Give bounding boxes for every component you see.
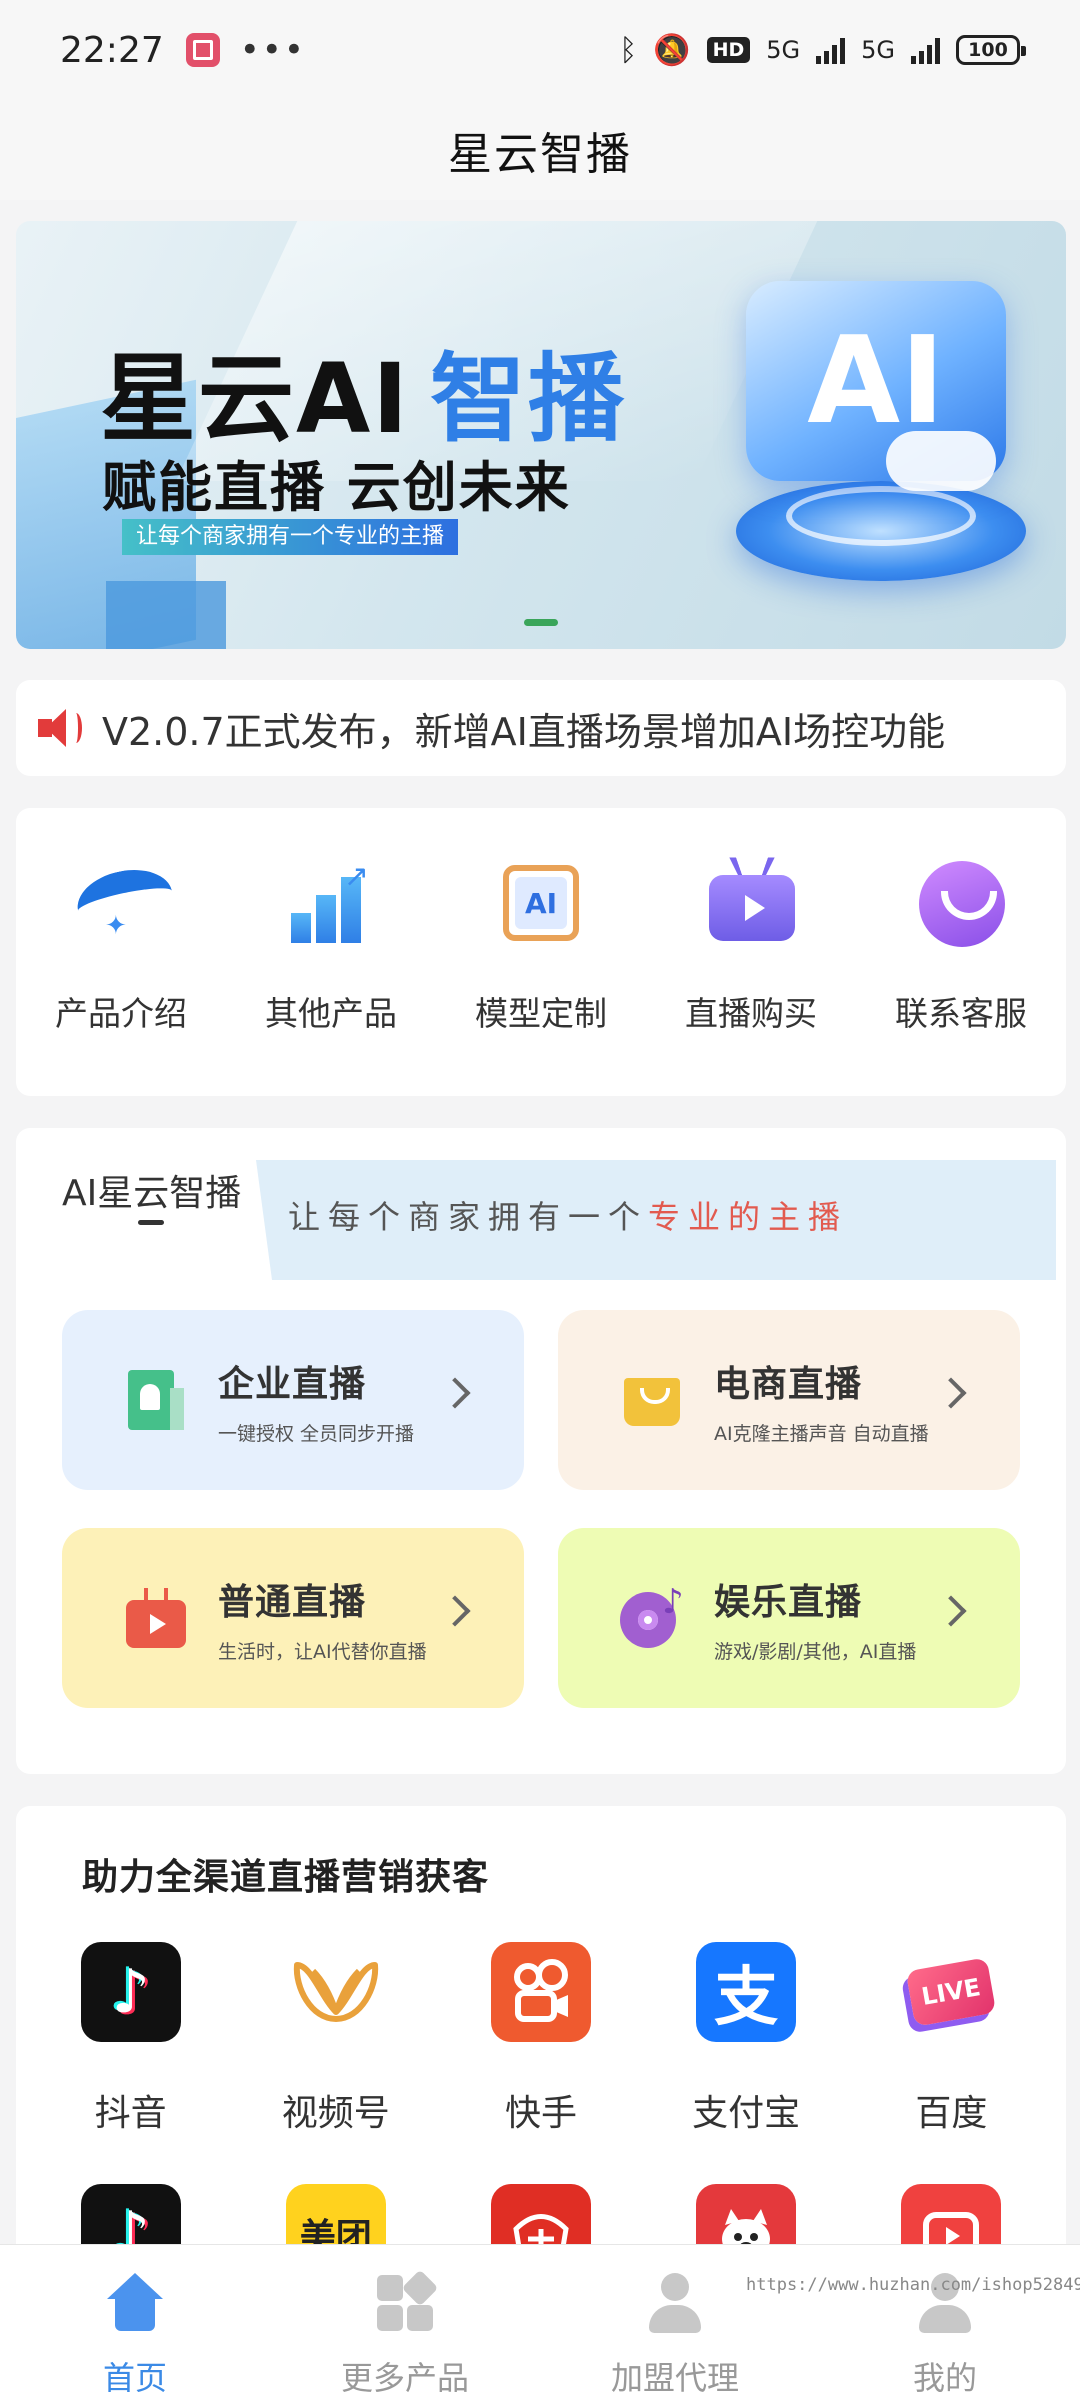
quick-item-other-products[interactable]: ↗ 其他产品 <box>236 853 426 1096</box>
card-title: 企业直播 <box>218 1363 367 1405</box>
status-time: 22:27 <box>60 29 164 71</box>
notification-icon <box>185 33 220 67</box>
tab-label: 加盟代理 <box>610 2359 739 2397</box>
page-title: 星云智播 <box>448 129 632 180</box>
shopping-bag-icon <box>620 1370 680 1430</box>
kuaishou-icon <box>490 1942 591 2042</box>
channel-label: 抖音 <box>94 2093 167 2134</box>
music-disc-icon: ♪ <box>620 1582 684 1648</box>
quick-menu: ✦ 产品介绍 ↗ 其他产品 AI 模型定制 直播购买 联系客服 <box>16 808 1066 1096</box>
card-ecommerce-live[interactable]: 电商直播 AI克隆主播声音 自动直播 <box>558 1310 1020 1490</box>
baidu-live-icon: LIVE <box>901 1942 1001 2042</box>
enterprise-icon <box>124 1370 184 1430</box>
quick-item-customer-service[interactable]: 联系客服 <box>866 853 1056 1096</box>
banner-tagline: 让每个商家拥有一个专业的主播 <box>122 519 459 555</box>
tab-agent[interactable]: 加盟代理 <box>540 2245 810 2400</box>
carousel-indicator[interactable] <box>524 619 558 626</box>
tab-label: 更多产品 <box>340 2359 469 2397</box>
card-subtitle: 生活时，让AI代替你直播 <box>218 1640 427 1663</box>
channel-label: 快手 <box>504 2093 577 2134</box>
home-icon <box>103 2271 167 2335</box>
quick-item-live-purchase[interactable]: 直播购买 <box>656 853 846 1096</box>
announcement-bar[interactable]: V2.0.7正式发布，新增AI直播场景增加AI场控功能 <box>16 680 1066 776</box>
ai-graphic: AI <box>716 281 1056 611</box>
speaker-icon <box>36 705 82 751</box>
users-icon <box>643 2271 707 2335</box>
swoosh-icon: ✦ <box>71 853 179 953</box>
signal-icon <box>911 36 940 64</box>
section-title: 助力全渠道直播营销获客 <box>82 1857 490 1898</box>
card-subtitle: 游戏/影剧/其他，AI直播 <box>714 1640 917 1663</box>
chevron-right-icon <box>439 1595 471 1627</box>
tab-label: 首页 <box>102 2359 167 2397</box>
bluetooth-icon: ᛒ <box>619 32 638 68</box>
quick-item-label: 产品介绍 <box>55 994 187 1033</box>
section-slogan: 让每个商家拥有一个专业的主播 <box>288 1198 849 1236</box>
card-entertainment-live[interactable]: ♪ 娱乐直播 游戏/影剧/其他，AI直播 <box>558 1528 1020 1708</box>
battery-icon: 100 <box>956 35 1026 65</box>
tv-play-icon <box>701 853 801 953</box>
quick-item-label: 模型定制 <box>475 994 607 1033</box>
tab-more-products[interactable]: 更多产品 <box>270 2245 540 2400</box>
card-subtitle: 一键授权 全员同步开播 <box>218 1422 415 1445</box>
network-label-1: 5G <box>766 36 801 64</box>
signal-icon <box>816 36 846 64</box>
more-notifications-icon: ••• <box>239 30 306 70</box>
channel-douyin[interactable]: ♪ 抖音 <box>36 1942 226 2136</box>
channel-kuaishou[interactable]: 快手 <box>446 1942 636 2136</box>
chevron-right-icon <box>935 1377 967 1409</box>
grid-icon <box>373 2269 439 2335</box>
banner-subtitle: 赋能直播 云创未来 <box>102 456 571 519</box>
hd-icon: HD <box>706 37 751 63</box>
card-title: 普通直播 <box>218 1581 367 1623</box>
ai-chip-icon: AI <box>491 853 591 953</box>
status-bar: 22:27 ••• ᛒ 🔕 HD 5G 5G 100 <box>0 0 1080 100</box>
channels-icon <box>286 1942 386 2042</box>
tab-ai-xingyun[interactable]: AI星云智播 <box>62 1164 241 1216</box>
card-title: 电商直播 <box>714 1363 863 1405</box>
channel-label: 支付宝 <box>692 2093 801 2134</box>
channel-baidu[interactable]: LIVE 百度 <box>856 1942 1046 2136</box>
chevron-right-icon <box>935 1595 967 1627</box>
mute-icon: 🔕 <box>653 32 691 68</box>
announcement-text: V2.0.7正式发布，新增AI直播场景增加AI场控功能 <box>102 709 946 754</box>
card-title: 娱乐直播 <box>714 1581 863 1623</box>
tab-mine[interactable]: 我的 <box>810 2245 1080 2400</box>
bottom-tab-bar: 首页 更多产品 加盟代理 我的 <box>0 2244 1080 2400</box>
quick-item-label: 直播购买 <box>685 994 817 1033</box>
chevron-right-icon <box>439 1377 471 1409</box>
alipay-icon: 支 <box>696 1942 797 2042</box>
quick-item-model-custom[interactable]: AI 模型定制 <box>446 853 636 1096</box>
tv-icon <box>124 1588 186 1648</box>
tab-indicator <box>138 1220 164 1225</box>
douyin-icon: ♪ <box>80 1942 181 2042</box>
ai-live-section: AI星云智播 让每个商家拥有一个专业的主播 企业直播 一键授权 全员同步开播 电… <box>16 1128 1066 1774</box>
channel-label: 视频号 <box>281 2093 390 2134</box>
app-header: 星云智播 <box>0 100 1080 200</box>
banner-decoration <box>106 581 226 649</box>
channel-label: 百度 <box>915 2093 988 2134</box>
tab-home[interactable]: 首页 <box>0 2245 270 2400</box>
quick-item-label: 其他产品 <box>265 994 397 1033</box>
network-label-2: 5G <box>861 36 895 64</box>
quick-item-label: 联系客服 <box>895 994 1027 1033</box>
card-enterprise-live[interactable]: 企业直播 一键授权 全员同步开播 <box>62 1310 524 1490</box>
banner-carousel[interactable]: 星云AI 智播 赋能直播 云创未来 让每个商家拥有一个专业的主播 AI <box>16 221 1066 649</box>
card-subtitle: AI克隆主播声音 自动直播 <box>714 1422 929 1445</box>
banner-title: 星云AI 智播 <box>100 343 627 455</box>
chart-bars-icon: ↗ <box>281 853 381 953</box>
section-tabs: AI星云智播 让每个商家拥有一个专业的主播 <box>16 1144 1066 1280</box>
card-normal-live[interactable]: 普通直播 生活时，让AI代替你直播 <box>62 1528 524 1708</box>
chat-smile-icon <box>911 853 1011 953</box>
cloud-icon <box>886 431 996 491</box>
channel-row: ♪ 抖音 视频号 快手 支 支付宝 LIVE 百度 <box>16 1942 1066 2136</box>
watermark: https://www.huzhan.com/ishop52849 <box>746 2275 1080 2295</box>
channel-shipinhao[interactable]: 视频号 <box>241 1942 431 2136</box>
channel-alipay[interactable]: 支 支付宝 <box>651 1942 841 2136</box>
quick-item-product-intro[interactable]: ✦ 产品介绍 <box>26 853 216 1096</box>
tab-label: 我的 <box>912 2359 977 2397</box>
